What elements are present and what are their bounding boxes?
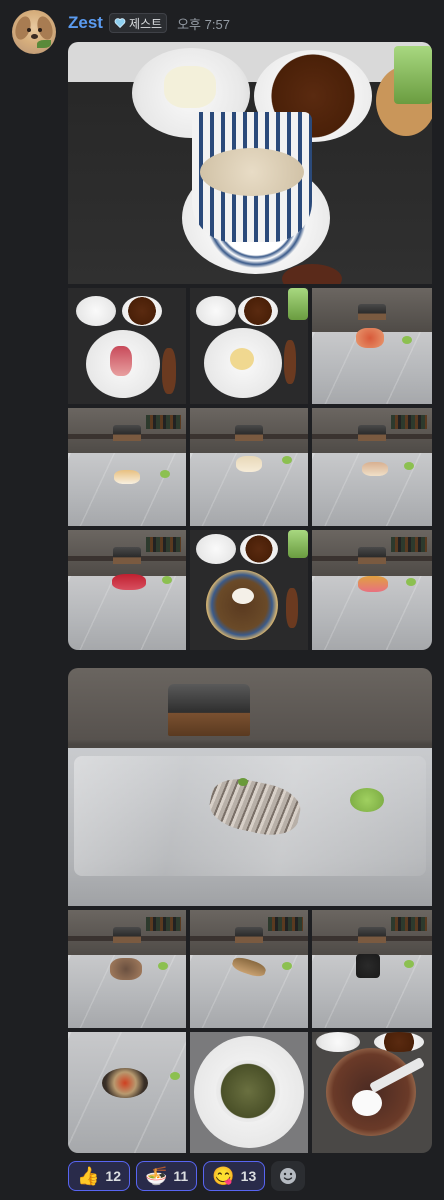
yum-face-icon: 😋: [212, 1166, 235, 1186]
thumbs-up-icon: 👍: [77, 1166, 100, 1186]
gallery-image[interactable]: [68, 530, 186, 650]
add-reaction-icon: [280, 1168, 297, 1184]
gallery-image[interactable]: [68, 910, 186, 1028]
username[interactable]: Zest: [68, 13, 103, 33]
gallery-image[interactable]: [312, 530, 432, 650]
reaction-count: 13: [240, 1168, 257, 1184]
ramen-bowl-icon: 🍜: [145, 1166, 168, 1186]
guild-tag[interactable]: 제스트: [108, 13, 168, 33]
gallery-image[interactable]: [190, 288, 308, 404]
gallery-image[interactable]: [190, 408, 308, 526]
gallery-image[interactable]: [312, 288, 432, 404]
gallery-image[interactable]: [312, 910, 432, 1028]
image-gallery: [68, 42, 432, 650]
gallery-image[interactable]: [312, 1032, 432, 1153]
gallery-image[interactable]: [68, 42, 432, 284]
timestamp: 오후 7:57: [177, 16, 230, 32]
gallery-image[interactable]: [68, 288, 186, 404]
gallery-image[interactable]: [68, 1032, 186, 1153]
heart-icon: [114, 18, 126, 29]
reaction-count: 11: [173, 1168, 189, 1184]
gallery-image[interactable]: [190, 910, 308, 1028]
reaction-count: 12: [105, 1168, 121, 1184]
message-header: Zest 제스트 오후 7:57: [68, 12, 230, 34]
gallery-image[interactable]: [68, 668, 432, 906]
image-gallery: [68, 668, 432, 1153]
guild-tag-label: 제스트: [128, 16, 163, 31]
gallery-image[interactable]: [190, 530, 308, 650]
gallery-image[interactable]: [190, 1032, 308, 1153]
user-avatar[interactable]: [12, 10, 56, 54]
add-reaction-button[interactable]: [271, 1161, 306, 1191]
reaction-yum-face[interactable]: 😋 13: [203, 1161, 266, 1191]
reaction-ramen-bowl[interactable]: 🍜 11: [136, 1161, 198, 1191]
gallery-image[interactable]: [312, 408, 432, 526]
reaction-bar: 👍 12 🍜 11 😋 13: [68, 1161, 306, 1191]
reaction-thumbs-up[interactable]: 👍 12: [68, 1161, 130, 1191]
gallery-image[interactable]: [68, 408, 186, 526]
